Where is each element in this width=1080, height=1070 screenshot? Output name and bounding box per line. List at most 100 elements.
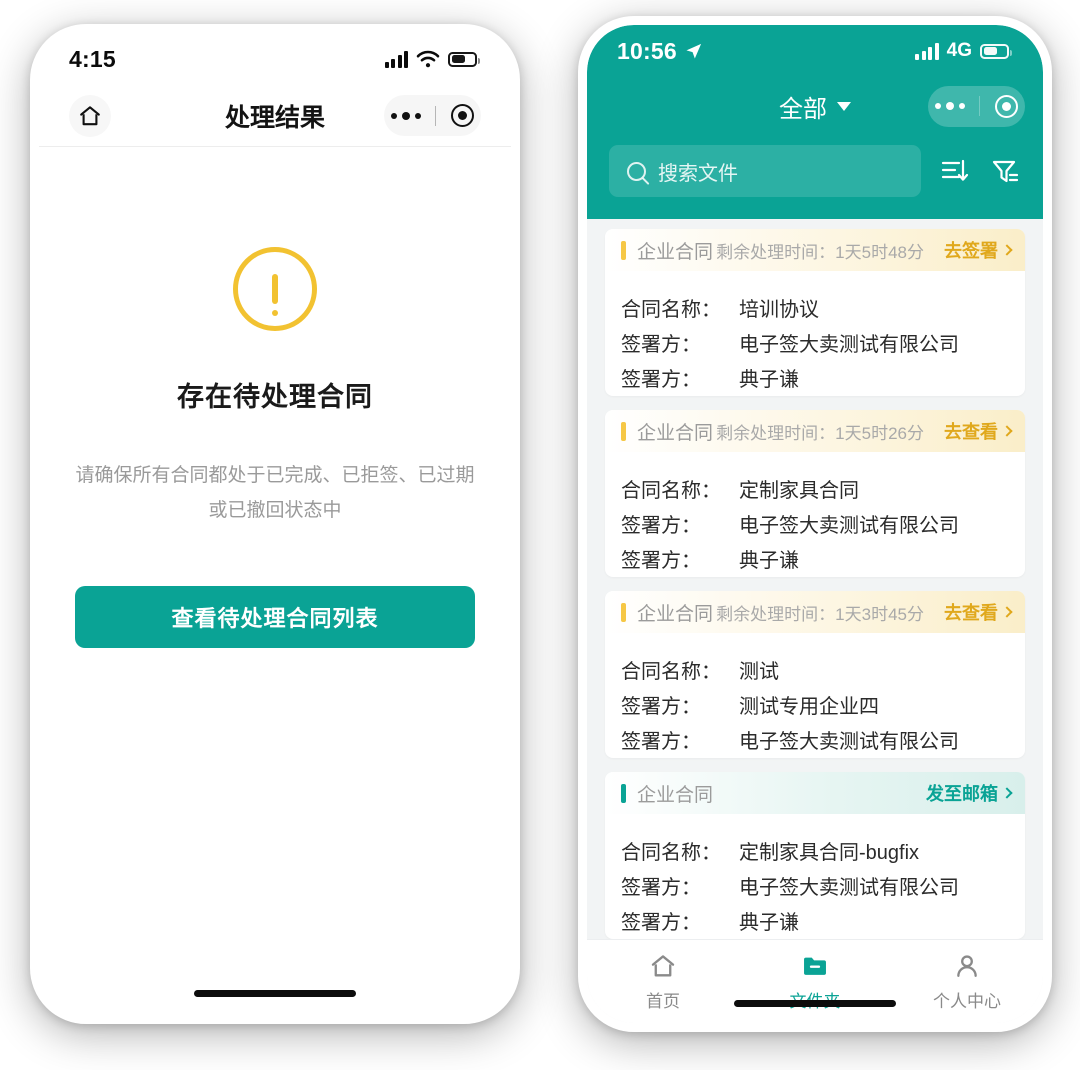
row-value: 典子谦 (739, 368, 799, 391)
phone-right: 10:56 4G 全部 搜索文件 企业合同 剩余处理时间：1天5时48分 去签署… (578, 16, 1052, 1032)
home-icon (651, 954, 675, 976)
wifi-icon (416, 50, 440, 68)
row-value: 测试专用企业四 (739, 695, 879, 718)
card-row: 签署方： 电子签大卖测试有限公司 (621, 509, 1009, 544)
row-value: 培训协议 (739, 299, 819, 321)
card-action-button[interactable]: 去签署 (944, 237, 1013, 263)
right-header: 10:56 4G 全部 搜索文件 (587, 25, 1043, 219)
chevron-right-icon (1001, 605, 1013, 618)
left-status-time-text: 4:15 (69, 45, 116, 72)
card-row: 签署方： 测试专用企业四 (621, 690, 1009, 725)
signal-bars-icon (915, 42, 939, 60)
more-dots-icon[interactable] (935, 102, 966, 110)
contract-card-list[interactable]: 企业合同 剩余处理时间：1天5时48分 去签署 合同名称： 培训协议 签署方： 电子… (587, 219, 1043, 939)
home-icon[interactable] (69, 94, 111, 137)
row-value: 电子签大卖测试有限公司 (739, 876, 959, 899)
row-value: 典子谦 (739, 549, 799, 572)
left-screen: 4:15 处理结果 存在待处理合同 请确保所有合同都处于已完成、已拒签、已过期或… (39, 33, 511, 1015)
card-row: 签署方： 电子签大卖测试有限公司 (621, 725, 1009, 758)
filter-funnel-icon[interactable] (987, 154, 1021, 188)
row-value: 电子签大卖测试有限公司 (739, 730, 959, 753)
target-circle-icon[interactable] (450, 104, 474, 127)
tab-home[interactable]: 首页 (587, 952, 739, 1012)
card-action-button[interactable]: 去查看 (944, 418, 1013, 444)
row-value: 定制家具合同-bugfix (739, 842, 920, 864)
view-pending-contracts-button[interactable]: 查看待处理合同列表 (75, 586, 475, 649)
sort-descending-icon[interactable] (937, 154, 971, 188)
card-row: 签署方： 电子签大卖测试有限公司 (621, 871, 1009, 906)
row-label: 签署方： (621, 911, 701, 934)
tab-profile[interactable]: 个人中心 (891, 952, 1043, 1012)
card-row: 合同名称： 测试 (621, 655, 1009, 690)
right-navbar: 全部 (587, 77, 1043, 135)
search-input[interactable]: 搜索文件 (609, 145, 921, 197)
card-row: 签署方： 电子签大卖测试有限公司 (621, 328, 1009, 363)
chevron-right-icon (1001, 243, 1013, 256)
contract-card[interactable]: 企业合同 剩余处理时间：1天3时45分 去查看 合同名称： 测试 签署方： 测试专用… (605, 591, 1025, 758)
right-status-time-text: 10:56 (617, 37, 677, 64)
tab-profile-label: 个人中心 (933, 991, 1001, 1011)
card-header: 企业合同 发至邮箱 (605, 772, 1025, 814)
filter-scope-label: 全部 (779, 95, 827, 123)
left-status-bar: 4:15 (39, 33, 511, 85)
row-label: 合同名称： (621, 480, 721, 502)
contract-card[interactable]: 企业合同 发至邮箱 合同名称： 定制家具合同-bugfix 签署方： 电子签大卖测试… (605, 772, 1025, 939)
capsule-divider (435, 105, 437, 126)
result-title: 存在待处理合同 (177, 382, 373, 412)
person-icon (957, 954, 977, 977)
row-value: 典子谦 (739, 911, 799, 934)
right-screen: 10:56 4G 全部 搜索文件 企业合同 剩余处理时间：1天5时48分 去签署… (587, 25, 1043, 1023)
target-circle-icon[interactable] (994, 94, 1018, 118)
chevron-down-icon[interactable] (837, 101, 851, 111)
search-icon (627, 161, 646, 181)
bottom-tab-bar[interactable]: 首页 文件夹 个人中心 (587, 939, 1043, 1023)
location-arrow-icon (686, 43, 701, 59)
row-label: 签署方： (621, 695, 701, 718)
tab-home-label: 首页 (646, 991, 680, 1011)
card-action-button[interactable]: 去查看 (944, 599, 1013, 625)
folder-icon (804, 957, 826, 975)
contract-card[interactable]: 企业合同 剩余处理时间：1天5时48分 去签署 合同名称： 培训协议 签署方： 电子… (605, 229, 1025, 396)
phone-left: 4:15 处理结果 存在待处理合同 请确保所有合同都处于已完成、已拒签、已过期或… (30, 24, 520, 1024)
signal-bars-icon (384, 50, 408, 68)
network-label: 4G (946, 40, 972, 61)
row-label: 签署方： (621, 333, 701, 356)
row-label: 合同名称： (621, 299, 721, 321)
left-status-time: 4:15 (69, 46, 116, 73)
screenshot-stage: 4:15 处理结果 存在待处理合同 请确保所有合同都处于已完成、已拒签、已过期或… (0, 0, 1080, 1070)
right-status-time: 10:56 (617, 38, 703, 65)
contract-card[interactable]: 企业合同 剩余处理时间：1天5时26分 去查看 合同名称： 定制家具合同 签署方：… (605, 410, 1025, 577)
row-value: 定制家具合同 (739, 480, 859, 502)
result-panel: 存在待处理合同 请确保所有合同都处于已完成、已拒签、已过期或已撤回状态中 查看待… (39, 147, 511, 1015)
left-navbar: 处理结果 (39, 85, 511, 147)
card-remaining-time: 剩余处理时间：1天3时45分 (716, 604, 924, 624)
card-kind-label: 企业合同 (637, 784, 714, 806)
card-action-label: 去查看 (944, 603, 998, 623)
card-kind-label: 企业合同 (637, 603, 714, 625)
card-action-button[interactable]: 发至邮箱 (926, 780, 1013, 806)
card-row: 签署方： 典子谦 (621, 906, 1009, 939)
card-body: 合同名称： 定制家具合同 签署方： 电子签大卖测试有限公司 签署方： 典子谦 (605, 452, 1025, 577)
row-value: 电子签大卖测试有限公司 (739, 514, 959, 537)
card-action-label: 去查看 (944, 422, 998, 442)
card-row: 合同名称： 培训协议 (621, 293, 1009, 328)
row-value: 电子签大卖测试有限公司 (739, 333, 959, 356)
more-dots-icon[interactable] (391, 111, 422, 120)
left-status-icons (384, 50, 480, 68)
card-action-label: 去签署 (944, 241, 998, 261)
miniprogram-capsule[interactable] (384, 95, 481, 136)
card-body: 合同名称： 定制家具合同-bugfix 签署方： 电子签大卖测试有限公司 签署方： 典… (605, 814, 1025, 939)
card-header: 企业合同 剩余处理时间：1天5时48分 去签署 (605, 229, 1025, 271)
row-label: 签署方： (621, 549, 701, 572)
row-label: 签署方： (621, 514, 701, 537)
card-header: 企业合同 剩余处理时间：1天3时45分 去查看 (605, 591, 1025, 633)
row-label: 签署方： (621, 876, 701, 899)
card-accent-bar (621, 783, 626, 803)
tab-folder-label: 文件夹 (790, 987, 841, 1012)
right-status-bar: 10:56 4G (587, 25, 1043, 77)
right-status-icons: 4G (915, 40, 1012, 62)
chevron-right-icon (1001, 786, 1013, 799)
card-row: 合同名称： 定制家具合同-bugfix (621, 836, 1009, 871)
miniprogram-capsule[interactable] (928, 85, 1025, 127)
battery-icon (448, 51, 480, 67)
